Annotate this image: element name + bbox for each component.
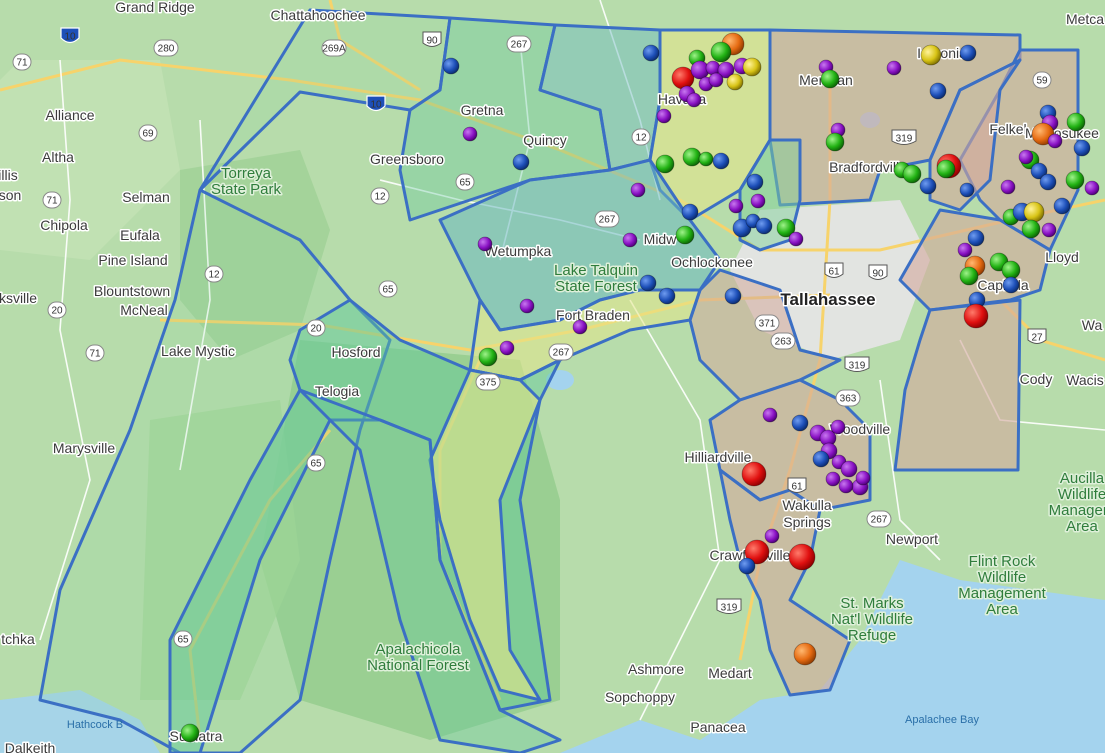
map-marker-green[interactable]: [710, 41, 732, 63]
map-marker-purple[interactable]: [957, 242, 973, 258]
map-marker-purple[interactable]: [572, 319, 588, 335]
map-marker-purple[interactable]: [838, 478, 854, 494]
map-marker-purple[interactable]: [1047, 133, 1063, 149]
map-marker-green[interactable]: [478, 347, 498, 367]
map-marker-red[interactable]: [788, 543, 816, 571]
map-marker-blue[interactable]: [512, 153, 530, 171]
map-marker-blue[interactable]: [738, 557, 756, 575]
map-marker-blue[interactable]: [919, 177, 937, 195]
map-marker-yellow[interactable]: [726, 73, 744, 91]
map-marker-purple[interactable]: [764, 528, 780, 544]
map-marker-blue[interactable]: [1073, 139, 1091, 157]
map-marker-purple[interactable]: [686, 92, 702, 108]
map-marker-purple[interactable]: [830, 419, 846, 435]
map-marker-blue[interactable]: [929, 82, 947, 100]
map-marker-purple[interactable]: [1084, 180, 1100, 196]
map-marker-purple[interactable]: [840, 460, 858, 478]
map-canvas[interactable]: 10 10 71 280 269A 90 267 69 71 12 65 12 12 65 20 71 20 26…: [0, 0, 1105, 753]
map-marker-green[interactable]: [1065, 170, 1085, 190]
map-marker-green[interactable]: [655, 154, 675, 174]
map-marker-purple[interactable]: [499, 340, 515, 356]
map-marker-green[interactable]: [682, 147, 702, 167]
map-marker-blue[interactable]: [791, 414, 809, 432]
map-marker-purple[interactable]: [750, 193, 766, 209]
map-marker-blue[interactable]: [1053, 197, 1071, 215]
map-marker-green[interactable]: [825, 132, 845, 152]
map-marker-green[interactable]: [1066, 112, 1086, 132]
map-marker-green[interactable]: [698, 151, 714, 167]
map-marker-green[interactable]: [820, 69, 840, 89]
map-marker-green[interactable]: [675, 225, 695, 245]
map-marker-green[interactable]: [936, 159, 956, 179]
map-marker-purple[interactable]: [762, 407, 778, 423]
map-marker-blue[interactable]: [681, 203, 699, 221]
map-marker-purple[interactable]: [519, 298, 535, 314]
marker-layer[interactable]: [0, 0, 1105, 753]
map-marker-green[interactable]: [959, 266, 979, 286]
map-marker-green[interactable]: [1001, 260, 1021, 280]
map-marker-purple[interactable]: [1018, 149, 1034, 165]
map-marker-blue[interactable]: [639, 274, 657, 292]
map-marker-purple[interactable]: [1000, 179, 1016, 195]
map-marker-blue[interactable]: [442, 57, 460, 75]
map-marker-green[interactable]: [902, 164, 922, 184]
map-marker-purple[interactable]: [462, 126, 478, 142]
map-marker-purple[interactable]: [622, 232, 638, 248]
map-marker-purple[interactable]: [630, 182, 646, 198]
map-marker-blue[interactable]: [1002, 276, 1020, 294]
map-marker-blue[interactable]: [724, 287, 742, 305]
map-marker-purple[interactable]: [708, 72, 724, 88]
map-marker-green[interactable]: [180, 723, 200, 743]
map-marker-purple[interactable]: [656, 108, 672, 124]
map-marker-yellow[interactable]: [742, 57, 762, 77]
map-marker-yellow[interactable]: [1023, 201, 1045, 223]
map-marker-blue[interactable]: [755, 217, 773, 235]
map-marker-purple[interactable]: [477, 236, 493, 252]
map-marker-blue[interactable]: [1039, 173, 1057, 191]
map-marker-green[interactable]: [1021, 219, 1041, 239]
map-marker-blue[interactable]: [642, 44, 660, 62]
map-marker-purple[interactable]: [1041, 222, 1057, 238]
map-marker-yellow[interactable]: [920, 44, 942, 66]
map-marker-blue[interactable]: [812, 450, 830, 468]
map-marker-red[interactable]: [963, 303, 989, 329]
map-marker-blue[interactable]: [967, 229, 985, 247]
map-marker-blue[interactable]: [658, 287, 676, 305]
map-marker-blue[interactable]: [712, 152, 730, 170]
map-marker-purple[interactable]: [728, 198, 744, 214]
map-marker-blue[interactable]: [959, 44, 977, 62]
map-marker-orange[interactable]: [793, 642, 817, 666]
map-marker-purple[interactable]: [788, 231, 804, 247]
map-marker-purple[interactable]: [886, 60, 902, 76]
map-marker-purple[interactable]: [855, 470, 871, 486]
map-marker-red[interactable]: [741, 461, 767, 487]
map-marker-blue[interactable]: [959, 182, 975, 198]
map-marker-purple[interactable]: [825, 471, 841, 487]
map-marker-blue[interactable]: [746, 173, 764, 191]
